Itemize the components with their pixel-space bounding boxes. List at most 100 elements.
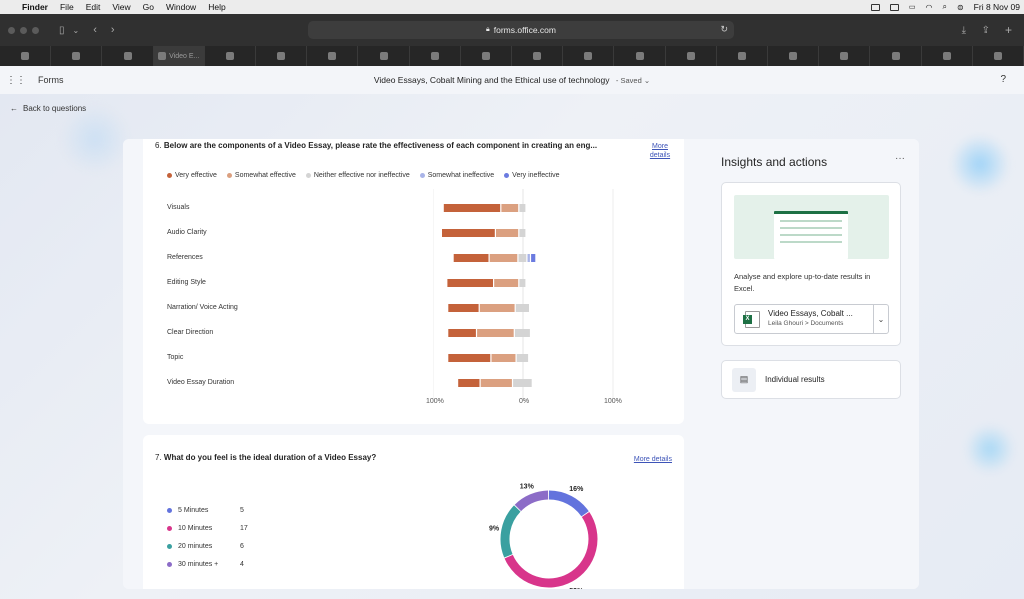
bar-segment[interactable] (516, 354, 529, 362)
bar-segment[interactable] (442, 229, 495, 237)
chevron-down-icon[interactable]: ⌄ (73, 26, 80, 35)
individual-results-button[interactable]: ▤ Individual results (721, 360, 901, 399)
tab[interactable] (512, 46, 564, 66)
tab[interactable] (461, 46, 513, 66)
more-options-icon[interactable]: ··· (895, 153, 905, 164)
tab[interactable] (922, 46, 973, 66)
reload-icon[interactable]: ↻ (720, 24, 728, 35)
address-bar[interactable]: 🔒︎ forms.office.com ↻ (308, 21, 734, 39)
tab-favicon-icon (891, 52, 900, 60)
bar-segment[interactable] (448, 329, 476, 337)
donut-slice[interactable] (514, 490, 549, 512)
menu-edit[interactable]: Edit (86, 2, 101, 12)
tab[interactable] (563, 46, 615, 66)
bar-segment[interactable] (519, 204, 526, 212)
tab[interactable] (51, 46, 103, 66)
tab[interactable] (614, 46, 666, 66)
bar-segment[interactable] (496, 229, 519, 237)
menu-view[interactable]: View (112, 2, 130, 12)
minimize-window-button[interactable] (20, 26, 27, 34)
bar-segment[interactable] (515, 304, 529, 312)
tab-active[interactable]: Video E... (153, 46, 205, 66)
tab[interactable] (102, 46, 154, 66)
search-icon[interactable]: ⌕ (942, 2, 946, 12)
bar-segment[interactable] (477, 329, 514, 337)
tab[interactable] (358, 46, 410, 66)
back-to-questions-link[interactable]: ← Back to questions (10, 104, 86, 113)
tab[interactable] (666, 46, 717, 66)
tab-strip: Video E... (0, 46, 1024, 66)
tab[interactable] (256, 46, 308, 66)
response-count: 17 (240, 524, 248, 532)
wifi-icon[interactable]: ◠ (926, 3, 933, 12)
tab[interactable] (410, 46, 461, 66)
bar-segment[interactable] (531, 254, 536, 262)
download-icon[interactable]: ⤓ (962, 25, 966, 36)
bar-segment[interactable] (443, 204, 501, 212)
tab-favicon-icon (430, 52, 439, 60)
legend-swatch (226, 173, 232, 178)
menu-go[interactable]: Go (143, 2, 154, 12)
bar-segment[interactable] (519, 229, 526, 237)
forward-nav-icon[interactable]: › (111, 24, 115, 36)
tab[interactable] (768, 46, 820, 66)
tab[interactable] (0, 46, 52, 66)
bar-segment[interactable] (514, 329, 530, 337)
tab[interactable] (307, 46, 359, 66)
tab[interactable] (717, 46, 769, 66)
legend-swatch (305, 173, 311, 178)
bar-segment[interactable] (494, 279, 519, 287)
chevron-down-icon[interactable]: ⌄ (873, 305, 888, 333)
bar-segment[interactable] (491, 354, 516, 362)
chart-legend: Very effective Somewhat effective Neithe… (167, 172, 560, 179)
menu-help[interactable]: Help (208, 2, 225, 12)
clock-date[interactable]: Fri 8 Nov 09 (974, 2, 1020, 12)
tab[interactable] (819, 46, 871, 66)
legend-swatch (167, 507, 172, 513)
bar-segment[interactable] (448, 304, 479, 312)
menu-file[interactable]: File (60, 2, 74, 12)
status-icon[interactable] (870, 3, 880, 11)
row-label: Narration/ Voice Acting (167, 304, 238, 311)
decorative-glow (950, 134, 1010, 194)
tab[interactable] (973, 46, 1024, 66)
bar-segment[interactable] (501, 204, 519, 212)
menu-window[interactable]: Window (166, 2, 196, 12)
bar-segment[interactable] (480, 379, 512, 387)
legend-swatch (167, 525, 172, 531)
display-icon[interactable] (889, 3, 899, 11)
open-in-excel-button[interactable]: Video Essays, Cobalt ... Leila Ghouri > … (734, 304, 889, 334)
control-center-icon[interactable]: ⊜ (957, 3, 964, 12)
battery-icon[interactable]: ▭ (909, 3, 916, 11)
close-window-button[interactable] (8, 26, 15, 34)
more-details-link[interactable]: More details (634, 455, 672, 464)
zoom-window-button[interactable] (32, 26, 39, 34)
bar-segment[interactable] (447, 279, 493, 287)
more-details-link[interactable]: More details (648, 142, 672, 160)
insights-title: Insights and actions (721, 155, 828, 169)
bar-segment[interactable] (519, 279, 526, 287)
bar-segment[interactable] (513, 379, 532, 387)
tab[interactable] (870, 46, 922, 66)
bar-segment[interactable] (458, 379, 480, 387)
bar-segment[interactable] (479, 304, 515, 312)
new-tab-icon[interactable]: + (1005, 23, 1012, 37)
donut-slice[interactable] (504, 512, 598, 588)
bar-segment[interactable] (489, 254, 518, 262)
tab-favicon-icon (686, 52, 695, 60)
bar-segment[interactable] (453, 254, 489, 262)
tab[interactable] (205, 46, 257, 66)
help-icon[interactable]: ? (1000, 74, 1006, 85)
finder-menu[interactable]: Finder (22, 2, 48, 12)
form-title[interactable]: Video Essays, Cobalt Mining and the Ethi… (374, 75, 610, 85)
bar-segment[interactable] (518, 254, 527, 262)
donut-slice[interactable] (548, 490, 589, 517)
sidebar-toggle-icon[interactable]: ▯ (59, 25, 65, 36)
back-nav-icon[interactable]: ‹ (93, 24, 97, 36)
bar-segment[interactable] (448, 354, 491, 362)
share-icon[interactable]: ⇪ (982, 25, 990, 36)
duration-donut-chart: 16% 53% 19% 13% (489, 483, 598, 589)
questions-panel: 6. Below are the components of a Video E… (123, 139, 708, 589)
bar-segment[interactable] (527, 254, 530, 262)
donut-slice[interactable] (500, 505, 521, 558)
